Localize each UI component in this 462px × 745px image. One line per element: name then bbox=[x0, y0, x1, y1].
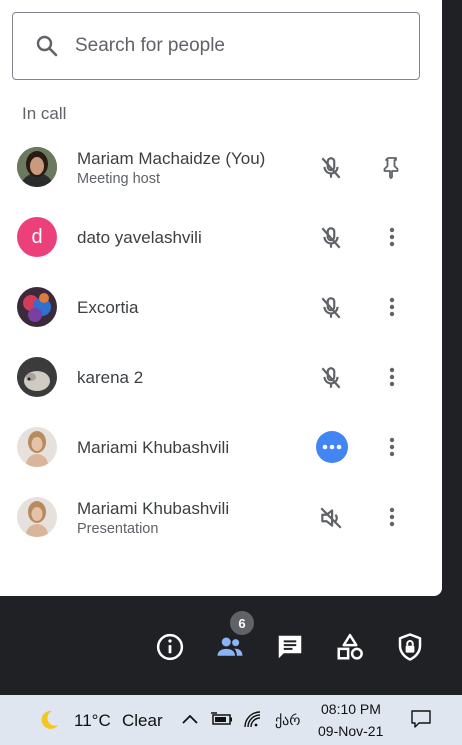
search-icon bbox=[36, 35, 58, 57]
language-indicator[interactable]: ქარ bbox=[275, 712, 300, 729]
participant-row[interactable]: d dato yavelashvili bbox=[0, 202, 442, 272]
participants-count-badge: 6 bbox=[230, 611, 254, 635]
participant-name: Mariam Machaidze (You) bbox=[77, 149, 266, 168]
mic-off-icon[interactable] bbox=[318, 155, 344, 181]
more-options-icon[interactable] bbox=[380, 224, 404, 250]
participant-subtitle: Presentation bbox=[77, 521, 159, 537]
battery-icon[interactable] bbox=[210, 711, 234, 727]
section-label-in-call: In call bbox=[22, 104, 67, 123]
volume-off-icon[interactable] bbox=[318, 505, 344, 531]
participant-name: Mariami Khubashvili bbox=[77, 499, 230, 518]
mic-off-icon[interactable] bbox=[318, 295, 344, 321]
clock-time[interactable]: 08:10 PM bbox=[321, 701, 381, 717]
people-panel: In call Mariam Machaidze (You) Meeting h… bbox=[0, 0, 442, 596]
avatar bbox=[17, 287, 57, 327]
avatar bbox=[17, 497, 57, 537]
avatar bbox=[17, 147, 57, 187]
wifi-icon[interactable] bbox=[242, 709, 262, 729]
clock-date[interactable]: 09-Nov-21 bbox=[318, 723, 383, 739]
avatar bbox=[17, 357, 57, 397]
mic-off-icon[interactable] bbox=[318, 365, 344, 391]
taskbar: 11°C Clear ქარ 08:10 PM 09-Nov-21 bbox=[0, 695, 462, 745]
meeting-toolbar bbox=[0, 628, 462, 668]
search-box[interactable] bbox=[12, 12, 420, 80]
more-options-icon[interactable] bbox=[380, 364, 404, 390]
speaking-indicator bbox=[316, 431, 348, 463]
participant-row[interactable]: Mariami Khubashvili Presentation bbox=[0, 482, 442, 552]
dots-icon bbox=[322, 444, 342, 450]
host-controls-icon[interactable] bbox=[395, 632, 425, 662]
participant-name: dato yavelashvili bbox=[77, 228, 202, 247]
participant-row[interactable]: Mariam Machaidze (You) Meeting host bbox=[0, 132, 442, 202]
more-options-icon[interactable] bbox=[380, 504, 404, 530]
more-options-icon[interactable] bbox=[380, 434, 404, 460]
people-icon[interactable] bbox=[215, 632, 245, 662]
search-input[interactable] bbox=[73, 34, 377, 58]
more-options-icon[interactable] bbox=[380, 294, 404, 320]
participant-name: Mariami Khubashvili bbox=[77, 438, 230, 457]
participant-name: karena 2 bbox=[77, 368, 144, 387]
participant-subtitle: Meeting host bbox=[77, 171, 161, 187]
mic-off-icon[interactable] bbox=[318, 225, 344, 251]
avatar: d bbox=[17, 217, 57, 257]
moon-icon bbox=[41, 710, 58, 729]
pin-icon[interactable] bbox=[380, 154, 404, 180]
info-icon[interactable] bbox=[155, 632, 185, 662]
activities-icon[interactable] bbox=[335, 632, 365, 662]
participant-row[interactable]: Excortia bbox=[0, 272, 442, 342]
chevron-up-icon[interactable] bbox=[181, 712, 199, 726]
weather-condition[interactable]: Clear bbox=[122, 711, 163, 731]
participant-row[interactable]: karena 2 bbox=[0, 342, 442, 412]
notifications-icon[interactable] bbox=[410, 708, 432, 730]
chat-icon[interactable] bbox=[275, 632, 305, 662]
weather-temperature[interactable]: 11°C bbox=[74, 711, 111, 731]
avatar bbox=[17, 427, 57, 467]
participant-row[interactable]: Mariami Khubashvili bbox=[0, 412, 442, 482]
participant-name: Excortia bbox=[77, 298, 139, 317]
